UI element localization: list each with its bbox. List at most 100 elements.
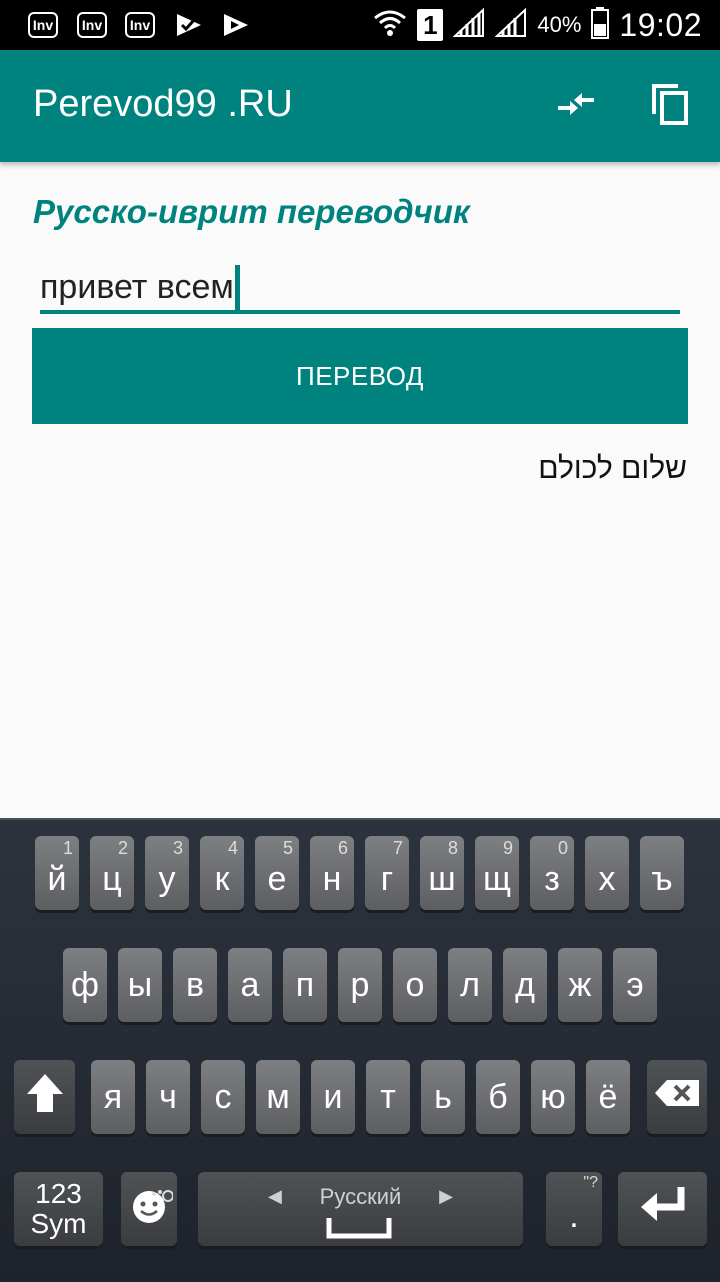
settings-gear-icon: [151, 1174, 174, 1213]
key-label: з: [544, 859, 560, 898]
key-number-hint: 0: [557, 838, 568, 858]
key-щ[interactable]: 9щ: [475, 836, 519, 910]
key-ё[interactable]: ё: [586, 1060, 630, 1134]
key-label: б: [488, 1077, 508, 1116]
key-label: о: [405, 965, 425, 1004]
key-а[interactable]: а: [228, 948, 272, 1022]
space-key[interactable]: ◀ Русский ▶: [198, 1172, 523, 1246]
key-й[interactable]: 1й: [35, 836, 79, 910]
key-label: и: [323, 1077, 343, 1116]
clock: 19:02: [619, 6, 702, 43]
key-label: л: [460, 965, 480, 1004]
sim-indicator: 1: [417, 9, 444, 41]
key-label: ь: [434, 1077, 452, 1116]
key-у[interactable]: 3у: [145, 836, 189, 910]
swap-languages-button[interactable]: [546, 76, 606, 136]
key-label: н: [322, 859, 342, 898]
key-ф[interactable]: ф: [63, 948, 107, 1022]
key-ь[interactable]: ь: [421, 1060, 465, 1134]
key-в[interactable]: в: [173, 948, 217, 1022]
key-label: в: [185, 965, 205, 1004]
swap-icon: [554, 89, 598, 124]
play-store-icon: [220, 10, 252, 40]
key-е[interactable]: 5е: [255, 836, 299, 910]
key-ъ[interactable]: ъ: [640, 836, 684, 910]
key-я[interactable]: я: [91, 1060, 135, 1134]
key-number-hint: 3: [172, 838, 183, 858]
key-с[interactable]: с: [201, 1060, 245, 1134]
shift-key[interactable]: [14, 1060, 75, 1134]
key-label: к: [214, 859, 230, 898]
key-label: ш: [428, 859, 456, 898]
key-ч[interactable]: ч: [146, 1060, 190, 1134]
enter-icon: [637, 1185, 689, 1234]
copy-icon: [650, 82, 690, 131]
battery-icon: [591, 6, 610, 44]
download-check-icon: [174, 10, 204, 40]
key-label: д: [515, 965, 535, 1004]
chevron-right-icon: ▶: [439, 1186, 453, 1206]
backspace-key[interactable]: [647, 1060, 707, 1134]
key-и[interactable]: и: [311, 1060, 355, 1134]
key-label: х: [598, 859, 616, 898]
input-value: привет всем: [40, 267, 234, 306]
key-ш[interactable]: 8ш: [420, 836, 464, 910]
key-з[interactable]: 0з: [530, 836, 574, 910]
key-э[interactable]: э: [613, 948, 657, 1022]
key-р[interactable]: р: [338, 948, 382, 1022]
key-label: ы: [127, 965, 153, 1004]
status-bar: Inv Inv Inv 1 40% 19:02: [0, 0, 720, 50]
key-label: а: [240, 965, 260, 1004]
soft-keyboard: 1й2ц3у4к5е6н7г8ш9щ0зхъ фывапролджэ ячсми…: [0, 818, 720, 1282]
copy-button[interactable]: [640, 76, 700, 136]
enter-key[interactable]: [618, 1172, 707, 1246]
key-б[interactable]: б: [476, 1060, 520, 1134]
key-м[interactable]: м: [256, 1060, 300, 1134]
key-о[interactable]: о: [393, 948, 437, 1022]
wifi-icon: [373, 8, 407, 43]
key-label: ё: [598, 1077, 618, 1116]
key-label: й: [47, 859, 67, 898]
key-label: ю: [540, 1077, 566, 1116]
inv-app-icon: Inv: [77, 12, 107, 38]
inv-app-icon: Inv: [28, 12, 58, 38]
key-number-hint: 8: [447, 838, 458, 858]
source-text-input[interactable]: привет всем: [40, 255, 680, 315]
key-г[interactable]: 7г: [365, 836, 409, 910]
key-label: р: [350, 965, 370, 1004]
key-п[interactable]: п: [283, 948, 327, 1022]
key-label: ч: [159, 1077, 177, 1116]
key-л[interactable]: л: [448, 948, 492, 1022]
key-label: ц: [102, 859, 122, 898]
key-number-hint: 1: [62, 838, 73, 858]
key-label: ф: [71, 965, 99, 1004]
key-ы[interactable]: ы: [118, 948, 162, 1022]
period-key[interactable]: "? .: [546, 1172, 602, 1246]
input-underline: [40, 310, 680, 314]
key-ю[interactable]: ю: [531, 1060, 575, 1134]
key-label: п: [295, 965, 315, 1004]
key-ж[interactable]: ж: [558, 948, 602, 1022]
app-title: Perevod99 .RU: [33, 83, 293, 125]
key-number-hint: 5: [282, 838, 293, 858]
emoji-key[interactable]: [121, 1172, 177, 1246]
key-к[interactable]: 4к: [200, 836, 244, 910]
translate-button[interactable]: ПЕРЕВОД: [32, 328, 688, 424]
symbols-key[interactable]: 123 Sym: [14, 1172, 103, 1246]
key-ц[interactable]: 2ц: [90, 836, 134, 910]
space-language-label: Русский: [319, 1184, 402, 1209]
inv-app-icon: Inv: [125, 12, 155, 38]
key-д[interactable]: д: [503, 948, 547, 1022]
symbols-key-label-1: 123: [35, 1178, 82, 1209]
key-label: с: [214, 1077, 232, 1116]
key-х[interactable]: х: [585, 836, 629, 910]
key-number-hint: 7: [392, 838, 403, 858]
key-label: щ: [483, 859, 511, 898]
app-bar: Perevod99 .RU: [0, 50, 720, 162]
backspace-icon: [653, 1078, 701, 1117]
key-label: э: [626, 965, 644, 1004]
key-н[interactable]: 6н: [310, 836, 354, 910]
signal-icon-2: [494, 7, 527, 43]
key-т[interactable]: т: [366, 1060, 410, 1134]
key-number-hint: 2: [117, 838, 128, 858]
